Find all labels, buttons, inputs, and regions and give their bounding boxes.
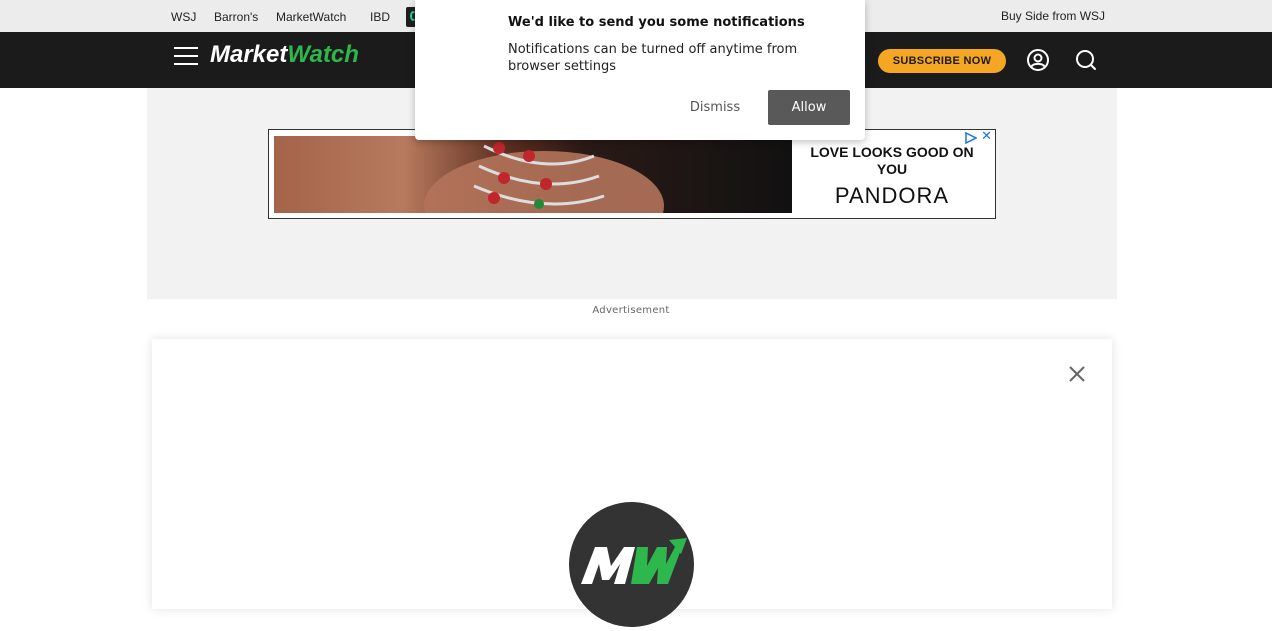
search-icon[interactable]: [1073, 47, 1099, 73]
notification-title: We'd like to send you some notifications: [508, 15, 805, 30]
subscribe-button[interactable]: SUBSCRIBE NOW: [878, 49, 1006, 73]
ad-headline: LOVE LOOKS GOOD ON YOU: [810, 144, 974, 177]
network-link-ibd[interactable]: IBD: [370, 10, 390, 24]
notification-body: Notifications can be turned off anytime …: [508, 42, 798, 74]
adchoices-icon[interactable]: [965, 132, 977, 144]
marketwatch-logo[interactable]: MarketWatch: [210, 41, 359, 77]
scrollbar[interactable]: [1272, 0, 1280, 595]
network-link-wsj[interactable]: WSJ: [171, 10, 196, 24]
marketwatch-badge-icon: [569, 502, 694, 627]
notification-prompt: We'd like to send you some notifications…: [415, 0, 865, 140]
paywall-modal: [152, 339, 1112, 627]
allow-button[interactable]: Allow: [768, 90, 850, 125]
logo-watch-text: Watch: [287, 41, 359, 68]
network-link-barrons[interactable]: Barron's: [214, 10, 258, 24]
user-icon[interactable]: [1025, 47, 1051, 73]
ad-close-icon[interactable]: ✕: [981, 130, 992, 144]
menu-icon[interactable]: [174, 47, 198, 71]
ad-image: [274, 136, 792, 213]
dismiss-button[interactable]: Dismiss: [685, 93, 745, 121]
logo-market-text: Market: [210, 41, 288, 68]
buy-side-link[interactable]: Buy Side from WSJ: [1001, 9, 1105, 23]
advertisement-label: Advertisement: [592, 305, 670, 316]
ad-brand: PANDORA: [834, 183, 950, 208]
ad-banner[interactable]: LOVE LOOKS GOOD ON YOU PANDORA ✕: [268, 129, 996, 219]
close-icon[interactable]: [1067, 364, 1087, 384]
network-link-marketwatch[interactable]: MarketWatch: [276, 10, 346, 24]
